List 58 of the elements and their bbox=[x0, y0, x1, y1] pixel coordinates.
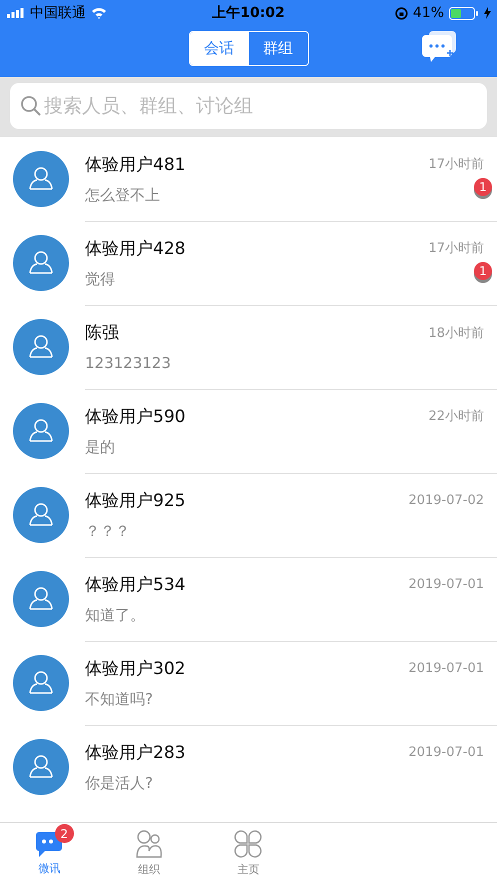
message-time: 17小时前 bbox=[428, 156, 484, 173]
contact-name: 体验用户925 bbox=[85, 490, 186, 512]
avatar-icon bbox=[13, 655, 69, 711]
search-icon bbox=[20, 95, 42, 117]
message-preview: 是的 bbox=[85, 438, 115, 456]
unread-badge: 1 bbox=[474, 262, 492, 280]
contact-name: 体验用户283 bbox=[85, 742, 186, 764]
contact-name: 体验用户428 bbox=[85, 238, 186, 260]
tab-badge: 2 bbox=[54, 824, 74, 843]
people-icon bbox=[134, 829, 164, 859]
new-chat-icon[interactable] bbox=[421, 30, 457, 64]
avatar-icon bbox=[13, 235, 69, 291]
rotation-lock-icon bbox=[394, 6, 408, 20]
message-time: 2019-07-02 bbox=[408, 492, 484, 508]
contact-name: 体验用户590 bbox=[85, 406, 186, 428]
message-preview: ？？？ bbox=[85, 522, 130, 540]
signal-icon bbox=[7, 8, 25, 18]
chat-icon bbox=[34, 830, 65, 858]
message-preview: 知道了。 bbox=[85, 606, 145, 624]
conversation-item[interactable]: 体验用户534 2019-07-01 知道了。 bbox=[0, 557, 497, 641]
message-time: 18小时前 bbox=[428, 324, 484, 342]
message-time: 2019-07-01 bbox=[408, 660, 484, 676]
avatar-icon bbox=[13, 571, 69, 627]
battery-percent: 41% bbox=[412, 5, 444, 21]
charging-icon bbox=[484, 7, 491, 19]
avatar-icon bbox=[13, 151, 69, 207]
contact-name: 陈强 bbox=[85, 322, 119, 344]
avatar-icon bbox=[13, 487, 69, 543]
contact-name: 体验用户534 bbox=[85, 574, 186, 596]
conversation-item[interactable]: 体验用户302 2019-07-01 不知道吗? bbox=[0, 641, 497, 725]
segment-tab[interactable]: 会话 bbox=[190, 32, 248, 65]
carrier-name: 中国联通 bbox=[30, 4, 86, 22]
contact-name: 体验用户302 bbox=[85, 658, 186, 680]
message-time: 22小时前 bbox=[428, 408, 484, 425]
conversation-item[interactable]: 陈强 18小时前 123123123 bbox=[0, 305, 497, 389]
message-time: 2019-07-01 bbox=[408, 576, 484, 592]
message-time: 2019-07-01 bbox=[408, 745, 484, 760]
message-preview: 123123123 bbox=[85, 354, 171, 372]
conversation-item[interactable]: 体验用户590 22小时前 是的 bbox=[0, 389, 497, 473]
unread-badge: 1 bbox=[474, 178, 492, 196]
message-preview: 不知道吗? bbox=[85, 690, 153, 708]
conversation-item[interactable]: 体验用户925 2019-07-02 ？？？ bbox=[0, 473, 497, 557]
contact-name: 体验用户481 bbox=[85, 154, 186, 176]
avatar-icon bbox=[13, 739, 69, 795]
message-preview: 觉得 bbox=[85, 270, 115, 288]
search-field[interactable]: 搜索人员、群组、讨论组 bbox=[10, 83, 487, 129]
conversation-item[interactable]: 体验用户481 17小时前 怎么登不上 1 bbox=[0, 137, 497, 221]
clover-icon bbox=[233, 829, 264, 859]
battery-icon bbox=[449, 6, 479, 20]
conversation-item[interactable]: 体验用户428 17小时前 觉得 1 bbox=[0, 221, 497, 305]
avatar-icon bbox=[13, 403, 69, 459]
message-preview: 你是活人? bbox=[85, 774, 153, 793]
avatar-icon bbox=[13, 319, 69, 375]
message-preview: 怎么登不上 bbox=[85, 186, 160, 204]
wifi-icon bbox=[91, 7, 107, 19]
message-time: 17小时前 bbox=[428, 240, 484, 257]
conversation-item[interactable]: 体验用户283 2019-07-01 你是活人? bbox=[0, 725, 497, 809]
status-time: 上午10:02 bbox=[212, 4, 285, 22]
